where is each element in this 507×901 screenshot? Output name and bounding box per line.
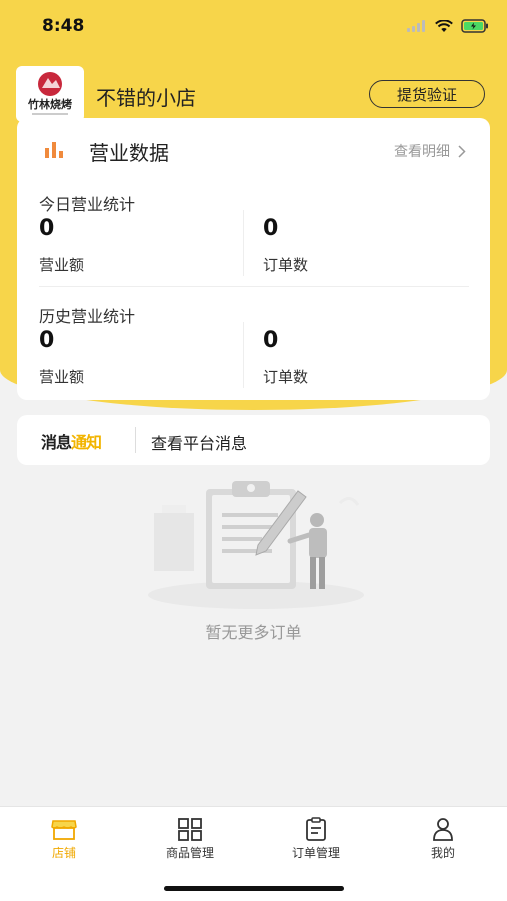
business-data-header: 营业数据 查看明细 bbox=[17, 118, 490, 178]
history-stats-label: 历史营业统计 bbox=[39, 307, 136, 326]
history-divider bbox=[243, 322, 244, 388]
today-divider bbox=[243, 210, 244, 276]
view-details-link[interactable]: 查看明细 bbox=[394, 141, 466, 161]
notice-logo-part1: 消息 bbox=[41, 433, 72, 452]
store-icon bbox=[51, 820, 77, 840]
tab-products[interactable]: 商品管理 bbox=[150, 817, 230, 865]
bottom-tab-bar: 店铺 商品管理 订单管理 我的 bbox=[0, 806, 507, 901]
today-orders-value: 0 bbox=[263, 216, 279, 241]
battery-icon bbox=[461, 19, 488, 33]
home-indicator bbox=[164, 886, 344, 891]
status-time: 8:48 bbox=[42, 16, 85, 36]
today-revenue-label: 营业额 bbox=[39, 256, 85, 274]
status-icons bbox=[407, 18, 489, 34]
tab-store-label: 店铺 bbox=[51, 846, 76, 860]
business-data-title: 营业数据 bbox=[89, 141, 169, 165]
shop-logo-text: 竹林烧烤 bbox=[27, 97, 72, 111]
stats-divider bbox=[39, 286, 469, 287]
bar-chart-icon bbox=[45, 142, 63, 158]
notice-logo: 消息通知 bbox=[41, 429, 102, 453]
tab-store[interactable]: 店铺 bbox=[24, 817, 104, 865]
notice-separator bbox=[135, 427, 136, 453]
shop-header: 竹林烧烤 不错的小店 提货验证 bbox=[16, 66, 491, 122]
history-revenue-value: 0 bbox=[39, 328, 55, 353]
pickup-verify-button[interactable]: 提货验证 bbox=[369, 80, 485, 108]
status-bar: 8:48 bbox=[0, 0, 507, 52]
tab-mine-label: 我的 bbox=[430, 846, 455, 860]
today-orders-label: 订单数 bbox=[263, 256, 309, 274]
tab-products-label: 商品管理 bbox=[165, 846, 214, 860]
tab-orders-label: 订单管理 bbox=[291, 846, 340, 860]
view-details-label: 查看明细 bbox=[394, 144, 450, 160]
message-notice-bar[interactable]: 消息通知 查看平台消息 bbox=[17, 415, 490, 465]
today-revenue-value: 0 bbox=[39, 216, 55, 241]
tab-mine[interactable]: 我的 bbox=[403, 817, 483, 865]
grid-icon bbox=[178, 818, 202, 841]
tab-orders[interactable]: 订单管理 bbox=[276, 817, 356, 865]
clipboard-icon bbox=[306, 817, 326, 841]
shop-logo[interactable]: 竹林烧烤 bbox=[16, 66, 84, 122]
notice-text: 查看平台消息 bbox=[151, 434, 248, 453]
history-orders-value: 0 bbox=[263, 328, 279, 353]
history-revenue-label: 营业额 bbox=[39, 368, 85, 386]
shop-name: 不错的小店 bbox=[96, 86, 196, 110]
person-icon bbox=[433, 818, 453, 841]
signal-icon bbox=[407, 20, 425, 32]
empty-orders-illustration bbox=[148, 481, 364, 609]
business-data-card: 营业数据 查看明细 今日营业统计 0 营业额 0 订单数 历史营业统计 0 营业… bbox=[17, 118, 490, 400]
notice-logo-part2: 通知 bbox=[71, 433, 102, 452]
chevron-right-icon bbox=[458, 144, 466, 158]
empty-orders-text: 暂无更多订单 bbox=[205, 623, 302, 642]
today-stats-label: 今日营业统计 bbox=[39, 195, 136, 214]
history-orders-label: 订单数 bbox=[263, 368, 309, 386]
wifi-icon bbox=[435, 19, 453, 32]
